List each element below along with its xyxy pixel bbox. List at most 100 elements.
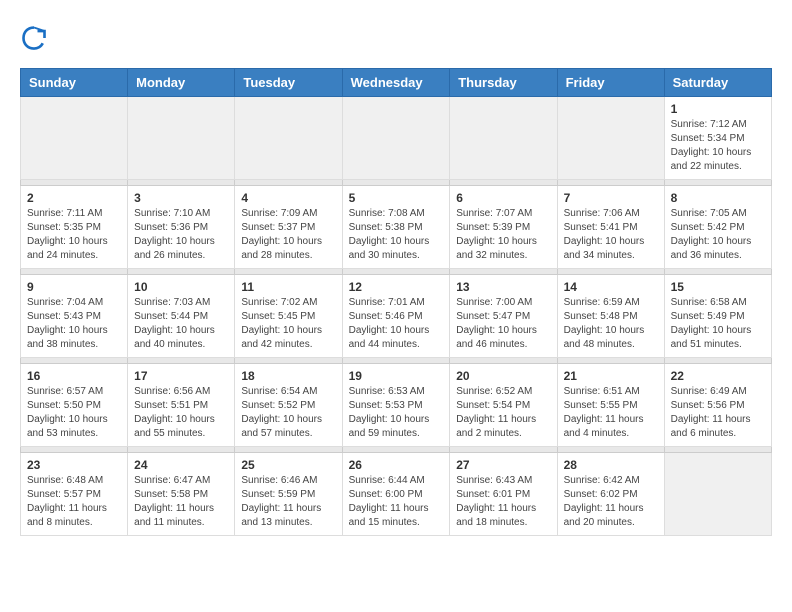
calendar-cell [664,453,771,536]
day-info: Sunrise: 7:03 AM Sunset: 5:44 PM Dayligh… [134,296,228,352]
calendar-cell: 25 Sunrise: 6:46 AM Sunset: 5:59 PM Dayli… [235,453,342,536]
day-number: 21 [564,369,658,383]
calendar-cell: 16 Sunrise: 6:57 AM Sunset: 5:50 PM Dayli… [21,364,128,447]
day-info: Sunrise: 7:09 AM Sunset: 5:37 PM Dayligh… [241,207,335,263]
page-header [20,20,772,52]
day-info: Sunrise: 6:46 AM Sunset: 5:59 PM Dayligh… [241,474,335,530]
calendar-cell: 27 Sunrise: 6:43 AM Sunset: 6:01 PM Dayli… [450,453,557,536]
calendar-cell: 9 Sunrise: 7:04 AM Sunset: 5:43 PM Daylig… [21,275,128,358]
day-info: Sunrise: 6:54 AM Sunset: 5:52 PM Dayligh… [241,385,335,441]
calendar-cell: 10 Sunrise: 7:03 AM Sunset: 5:44 PM Dayli… [128,275,235,358]
day-number: 24 [134,458,228,472]
day-number: 15 [671,280,765,294]
day-number: 10 [134,280,228,294]
day-number: 19 [349,369,444,383]
calendar-cell: 26 Sunrise: 6:44 AM Sunset: 6:00 PM Dayli… [342,453,450,536]
calendar-cell: 6 Sunrise: 7:07 AM Sunset: 5:39 PM Daylig… [450,186,557,269]
day-info: Sunrise: 6:58 AM Sunset: 5:49 PM Dayligh… [671,296,765,352]
day-info: Sunrise: 6:51 AM Sunset: 5:55 PM Dayligh… [564,385,658,441]
day-info: Sunrise: 7:06 AM Sunset: 5:41 PM Dayligh… [564,207,658,263]
day-number: 28 [564,458,658,472]
day-number: 22 [671,369,765,383]
calendar-cell: 7Sunrise: 7:06 AM Sunset: 5:41 PM Daylig… [557,186,664,269]
day-number: 18 [241,369,335,383]
calendar-header-row: SundayMondayTuesdayWednesdayThursdayFrid… [21,69,772,97]
calendar-cell [21,97,128,180]
day-info: Sunrise: 7:00 AM Sunset: 5:47 PM Dayligh… [456,296,550,352]
day-number: 17 [134,369,228,383]
column-header-saturday: Saturday [664,69,771,97]
day-info: Sunrise: 7:12 AM Sunset: 5:34 PM Dayligh… [671,118,765,174]
calendar-week-row: 16 Sunrise: 6:57 AM Sunset: 5:50 PM Dayli… [21,364,772,447]
day-info: Sunrise: 6:57 AM Sunset: 5:50 PM Dayligh… [27,385,121,441]
day-info: Sunrise: 6:53 AM Sunset: 5:53 PM Dayligh… [349,385,444,441]
column-header-wednesday: Wednesday [342,69,450,97]
day-number: 13 [456,280,550,294]
calendar-week-row: 23 Sunrise: 6:48 AM Sunset: 5:57 PM Dayli… [21,453,772,536]
day-info: Sunrise: 7:02 AM Sunset: 5:45 PM Dayligh… [241,296,335,352]
calendar-cell: 18 Sunrise: 6:54 AM Sunset: 5:52 PM Dayli… [235,364,342,447]
day-info: Sunrise: 6:44 AM Sunset: 6:00 PM Dayligh… [349,474,444,530]
day-number: 12 [349,280,444,294]
day-number: 27 [456,458,550,472]
day-info: Sunrise: 7:11 AM Sunset: 5:35 PM Dayligh… [27,207,121,263]
calendar-cell: 2 Sunrise: 7:11 AM Sunset: 5:35 PM Daylig… [21,186,128,269]
calendar-cell: 3 Sunrise: 7:10 AM Sunset: 5:36 PM Daylig… [128,186,235,269]
calendar-cell: 1 Sunrise: 7:12 AM Sunset: 5:34 PM Daylig… [664,97,771,180]
calendar-cell: 15 Sunrise: 6:58 AM Sunset: 5:49 PM Dayli… [664,275,771,358]
calendar-cell [342,97,450,180]
day-number: 1 [671,102,765,116]
calendar-cell: 4 Sunrise: 7:09 AM Sunset: 5:37 PM Daylig… [235,186,342,269]
day-info: Sunrise: 6:43 AM Sunset: 6:01 PM Dayligh… [456,474,550,530]
calendar-week-row: 1 Sunrise: 7:12 AM Sunset: 5:34 PM Daylig… [21,97,772,180]
day-number: 3 [134,191,228,205]
day-number: 16 [27,369,121,383]
calendar-cell [450,97,557,180]
calendar-cell: 22 Sunrise: 6:49 AM Sunset: 5:56 PM Dayli… [664,364,771,447]
calendar-cell: 13 Sunrise: 7:00 AM Sunset: 5:47 PM Dayli… [450,275,557,358]
calendar-cell: 12Sunrise: 7:01 AM Sunset: 5:46 PM Dayli… [342,275,450,358]
day-number: 6 [456,191,550,205]
calendar-cell: 21 Sunrise: 6:51 AM Sunset: 5:55 PM Dayli… [557,364,664,447]
calendar-cell: 14 Sunrise: 6:59 AM Sunset: 5:48 PM Dayli… [557,275,664,358]
column-header-monday: Monday [128,69,235,97]
day-number: 20 [456,369,550,383]
day-number: 25 [241,458,335,472]
calendar-cell [557,97,664,180]
calendar-table: SundayMondayTuesdayWednesdayThursdayFrid… [20,68,772,536]
calendar-week-row: 2 Sunrise: 7:11 AM Sunset: 5:35 PM Daylig… [21,186,772,269]
day-number: 8 [671,191,765,205]
calendar-cell: 8Sunrise: 7:05 AM Sunset: 5:42 PM Daylig… [664,186,771,269]
day-number: 9 [27,280,121,294]
column-header-thursday: Thursday [450,69,557,97]
calendar-cell: 5 Sunrise: 7:08 AM Sunset: 5:38 PM Daylig… [342,186,450,269]
day-info: Sunrise: 6:48 AM Sunset: 5:57 PM Dayligh… [27,474,121,530]
day-info: Sunrise: 7:04 AM Sunset: 5:43 PM Dayligh… [27,296,121,352]
day-info: Sunrise: 6:59 AM Sunset: 5:48 PM Dayligh… [564,296,658,352]
day-info: Sunrise: 7:08 AM Sunset: 5:38 PM Dayligh… [349,207,444,263]
day-number: 26 [349,458,444,472]
calendar-cell: 20 Sunrise: 6:52 AM Sunset: 5:54 PM Dayli… [450,364,557,447]
calendar-cell [128,97,235,180]
calendar-cell [235,97,342,180]
calendar-week-row: 9 Sunrise: 7:04 AM Sunset: 5:43 PM Daylig… [21,275,772,358]
calendar-cell: 24 Sunrise: 6:47 AM Sunset: 5:58 PM Dayli… [128,453,235,536]
column-header-friday: Friday [557,69,664,97]
day-number: 14 [564,280,658,294]
day-info: Sunrise: 7:07 AM Sunset: 5:39 PM Dayligh… [456,207,550,263]
day-number: 23 [27,458,121,472]
day-number: 11 [241,280,335,294]
logo [20,24,52,52]
day-number: 2 [27,191,121,205]
day-info: Sunrise: 6:47 AM Sunset: 5:58 PM Dayligh… [134,474,228,530]
day-info: Sunrise: 6:42 AM Sunset: 6:02 PM Dayligh… [564,474,658,530]
column-header-sunday: Sunday [21,69,128,97]
day-info: Sunrise: 7:10 AM Sunset: 5:36 PM Dayligh… [134,207,228,263]
day-info: Sunrise: 6:49 AM Sunset: 5:56 PM Dayligh… [671,385,765,441]
day-number: 4 [241,191,335,205]
day-info: Sunrise: 6:52 AM Sunset: 5:54 PM Dayligh… [456,385,550,441]
calendar-cell: 17 Sunrise: 6:56 AM Sunset: 5:51 PM Dayli… [128,364,235,447]
day-number: 5 [349,191,444,205]
day-info: Sunrise: 6:56 AM Sunset: 5:51 PM Dayligh… [134,385,228,441]
calendar-cell: 23 Sunrise: 6:48 AM Sunset: 5:57 PM Dayli… [21,453,128,536]
